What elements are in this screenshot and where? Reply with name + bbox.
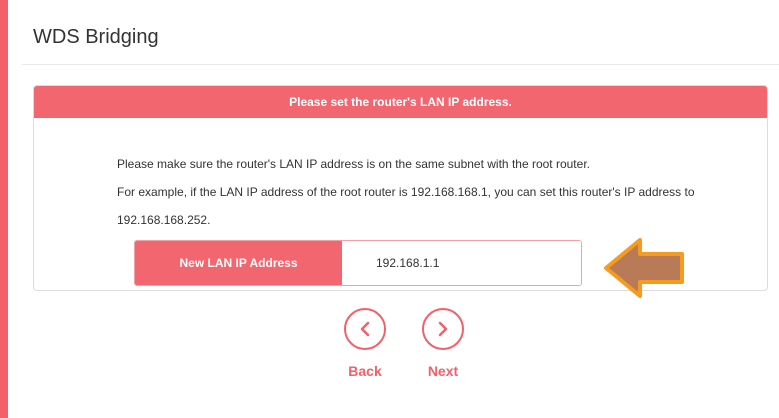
left-accent-bar xyxy=(0,0,8,418)
lan-ip-label: New LAN IP Address xyxy=(135,241,342,285)
lan-ip-field: New LAN IP Address xyxy=(134,240,582,286)
chevron-right-icon xyxy=(438,321,448,337)
card-header: Please set the router's LAN IP address. xyxy=(34,86,767,118)
back-button[interactable]: Back xyxy=(339,308,391,379)
description-line-1: Please make sure the router's LAN IP add… xyxy=(117,157,590,171)
description-line-2: For example, if the LAN IP address of th… xyxy=(117,185,695,227)
next-button-circle[interactable] xyxy=(422,308,464,350)
back-button-label[interactable]: Back xyxy=(339,363,391,379)
back-button-circle[interactable] xyxy=(344,308,386,350)
chevron-left-icon xyxy=(360,321,370,337)
page-title: WDS Bridging xyxy=(33,26,159,48)
wds-bridging-page: WDS Bridging Please set the router's LAN… xyxy=(0,0,779,418)
arrow-left-icon xyxy=(604,238,684,298)
card-description: Please make sure the router's LAN IP add… xyxy=(117,150,742,234)
title-divider xyxy=(22,64,779,65)
lan-ip-input[interactable] xyxy=(342,241,581,285)
next-button-label[interactable]: Next xyxy=(417,363,469,379)
next-button[interactable]: Next xyxy=(417,308,469,379)
